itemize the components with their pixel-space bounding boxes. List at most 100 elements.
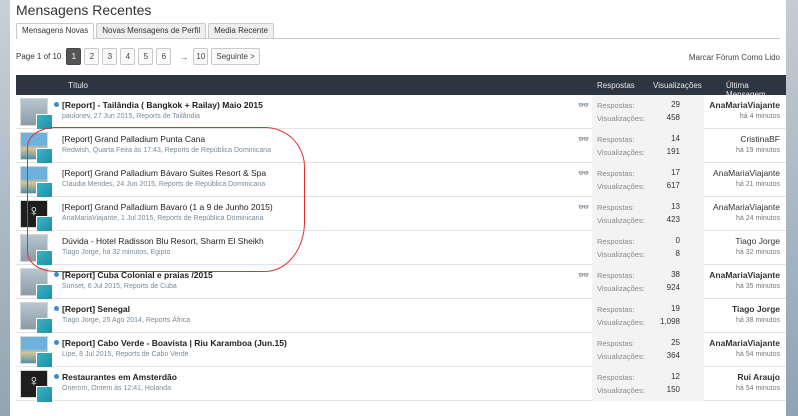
- last-post-time[interactable]: há 38 minutos: [736, 317, 780, 324]
- thread-forum[interactable]: Reports de República Dominicana: [159, 181, 265, 188]
- thread-author[interactable]: Tiago Jorge: [62, 317, 99, 324]
- thread-title-link[interactable]: [Report] - Tailândia ( Bangkok + Railay)…: [62, 100, 263, 110]
- last-post-user[interactable]: Rui Araujo: [737, 372, 780, 382]
- thread-date[interactable]: 8 Jul 2015: [79, 351, 111, 358]
- unread-indicator-icon[interactable]: [54, 374, 59, 379]
- avatar[interactable]: [20, 166, 53, 199]
- thread-forum[interactable]: Reports África: [146, 317, 190, 324]
- thread-date[interactable]: 25 Ago 2014: [103, 317, 142, 324]
- last-post-time[interactable]: há 21 minutos: [736, 181, 780, 188]
- thread-author[interactable]: AnaMariaViajante: [62, 215, 117, 222]
- table-row[interactable]: [Report] - Tailândia ( Bangkok + Railay)…: [16, 95, 786, 131]
- table-row[interactable]: Dúvida - Hotel Radisson Blu Resort, Shar…: [16, 231, 786, 267]
- avatar[interactable]: [20, 268, 53, 301]
- last-post-time[interactable]: há 32 minutos: [736, 249, 780, 256]
- thread-author[interactable]: Sunset: [62, 283, 84, 290]
- table-row[interactable]: [Report] Cabo Verde - Boavista | Riu Kar…: [16, 333, 786, 369]
- thread-date[interactable]: há 32 minutos: [103, 249, 147, 256]
- thread-title-link[interactable]: [Report] Cuba Colonial e praias /2015: [62, 270, 213, 280]
- last-post-user[interactable]: AnaMariaViajante: [709, 100, 780, 110]
- table-row[interactable]: [Report] Grand Palladium Bavaro (1 a 9 d…: [16, 197, 786, 233]
- thread-forum[interactable]: Holanda: [145, 385, 171, 392]
- table-row[interactable]: [Report] Cuba Colonial e praias /2015 Sun…: [16, 265, 786, 301]
- thread-author[interactable]: Tiago Jorge: [62, 249, 99, 256]
- thread-title-link[interactable]: [Report] Grand Palladium Bavaro (1 a 9 d…: [62, 202, 273, 212]
- avatar[interactable]: [20, 234, 53, 267]
- preview-glasses-icon[interactable]: 👓: [578, 270, 589, 281]
- thread-author[interactable]: Onerom: [62, 385, 87, 392]
- avatar[interactable]: [20, 132, 53, 165]
- page-link-5[interactable]: 5: [138, 48, 154, 65]
- thread-author[interactable]: paulonev: [62, 113, 90, 120]
- last-post-user[interactable]: CristinaBF: [740, 134, 780, 144]
- table-row[interactable]: [Report] Grand Palladium Punta Cana Redwi…: [16, 129, 786, 165]
- thread-date[interactable]: 6 Jul 2015: [88, 283, 120, 290]
- last-post-user[interactable]: Tiago Jorge: [732, 304, 780, 314]
- thread-title-link[interactable]: Restaurantes em Amsterdão: [62, 372, 177, 382]
- pager-arrow-icon[interactable]: →: [179, 52, 188, 62]
- unread-indicator-icon[interactable]: [54, 306, 59, 311]
- avatar[interactable]: [20, 336, 53, 369]
- thread-title-link[interactable]: [Report] Grand Palladium Bávaro Suites R…: [62, 168, 266, 178]
- avatar[interactable]: [20, 200, 53, 233]
- page-link-6[interactable]: 6: [156, 48, 172, 65]
- thread-date[interactable]: 1 Jul 2015: [121, 215, 153, 222]
- thread-title-link[interactable]: Dúvida - Hotel Radisson Blu Resort, Shar…: [62, 236, 264, 246]
- col-title[interactable]: Título: [68, 81, 88, 90]
- last-post-time[interactable]: há 19 minutos: [736, 147, 780, 154]
- tab-new-messages[interactable]: Mensagens Novas: [16, 23, 95, 39]
- unread-indicator-icon[interactable]: [54, 102, 59, 107]
- thread-author[interactable]: Cláudia Mendes: [62, 181, 113, 188]
- thread-forum[interactable]: Reports de Cuba: [124, 283, 177, 290]
- thread-author[interactable]: Redwish: [62, 147, 89, 154]
- table-row[interactable]: [Report] Senegal Tiago Jorge, 25 Ago 2014…: [16, 299, 786, 335]
- avatar[interactable]: [20, 98, 53, 131]
- next-page-button[interactable]: Seguinte >: [211, 48, 260, 65]
- last-post-user[interactable]: AnaMariaViajante: [709, 270, 780, 280]
- col-replies[interactable]: Respostas: [597, 81, 635, 90]
- col-views[interactable]: Visualizações: [653, 81, 702, 90]
- last-post-time[interactable]: há 4 minutos: [740, 113, 780, 120]
- page-link-last[interactable]: 10: [193, 48, 209, 65]
- last-post-user[interactable]: Tiago Jorge: [735, 236, 780, 246]
- thread-forum[interactable]: Reports de República Dominicana: [165, 147, 271, 154]
- views-count: 617: [666, 181, 680, 190]
- thread-forum[interactable]: Reports de Cabo Verde: [115, 351, 188, 358]
- table-row[interactable]: [Report] Grand Palladium Bávaro Suites R…: [16, 163, 786, 199]
- preview-glasses-icon[interactable]: 👓: [578, 134, 589, 145]
- last-post-time[interactable]: há 54 minutos: [736, 351, 780, 358]
- preview-glasses-icon[interactable]: 👓: [578, 202, 589, 213]
- thread-title-link[interactable]: [Report] Cabo Verde - Boavista | Riu Kar…: [62, 338, 287, 348]
- last-post-time[interactable]: há 24 minutos: [736, 215, 780, 222]
- mark-forum-read-link[interactable]: Marcar Fórum Como Lido: [689, 53, 780, 62]
- unread-indicator-icon[interactable]: [54, 340, 59, 345]
- avatar-small[interactable]: [36, 386, 53, 403]
- last-post-time[interactable]: há 35 minutos: [736, 283, 780, 290]
- page-link-3[interactable]: 3: [102, 48, 118, 65]
- thread-forum[interactable]: Egipto: [150, 249, 170, 256]
- thread-forum[interactable]: Reports de República Dominicana: [157, 215, 263, 222]
- table-row[interactable]: Restaurantes em Amsterdão Onerom, Ontem à…: [16, 367, 786, 403]
- preview-glasses-icon[interactable]: 👓: [578, 100, 589, 111]
- thread-title-link[interactable]: [Report] Senegal: [62, 304, 130, 314]
- preview-glasses-icon[interactable]: 👓: [578, 168, 589, 179]
- last-post-user[interactable]: AnaMariaViajante: [713, 202, 780, 212]
- thread-date[interactable]: 24 Jun 2015: [116, 181, 155, 188]
- tab-recent-media[interactable]: Media Recente: [208, 23, 274, 38]
- page-link-1[interactable]: 1: [66, 48, 82, 65]
- thread-date[interactable]: Quarta Feira às 17:43: [93, 147, 161, 154]
- thread-author[interactable]: Lipe: [62, 351, 75, 358]
- avatar[interactable]: [20, 370, 53, 403]
- last-post-time[interactable]: há 54 minutos: [736, 385, 780, 392]
- thread-date[interactable]: 27 Jun 2015: [94, 113, 133, 120]
- page-link-2[interactable]: 2: [84, 48, 100, 65]
- last-post-user[interactable]: AnaMariaViajante: [713, 168, 780, 178]
- thread-date[interactable]: Ontem às 12:41: [91, 385, 141, 392]
- unread-indicator-icon[interactable]: [54, 272, 59, 277]
- last-post-user[interactable]: AnaMariaViajante: [709, 338, 780, 348]
- thread-forum[interactable]: Reports de Tailândia: [136, 113, 200, 120]
- avatar[interactable]: [20, 302, 53, 335]
- page-link-4[interactable]: 4: [120, 48, 136, 65]
- tab-profile-messages[interactable]: Novas Mensagens de Perfil: [96, 23, 207, 38]
- thread-title-link[interactable]: [Report] Grand Palladium Punta Cana: [62, 134, 205, 144]
